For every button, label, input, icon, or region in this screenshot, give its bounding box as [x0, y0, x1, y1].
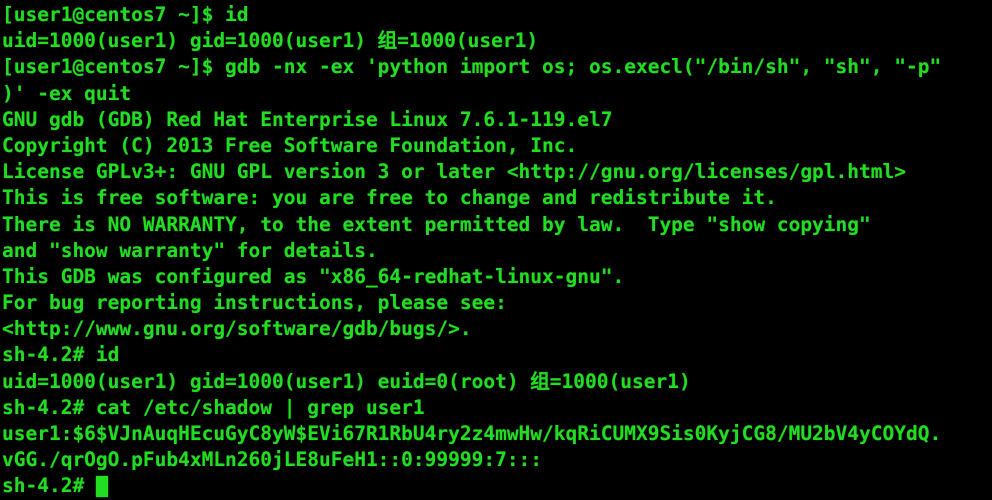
terminal-window[interactable]: [user1@centos7 ~]$ id uid=1000(user1) gi…: [0, 0, 992, 500]
terminal-line: License GPLv3+: GNU GPL version 3 or lat…: [2, 160, 906, 184]
terminal-line: and "show warranty" for details.: [2, 238, 378, 262]
terminal-line: sh-4.2# id: [2, 343, 120, 367]
text-cursor: [95, 475, 108, 497]
terminal-line: There is NO WARRANTY, to the extent perm…: [2, 212, 871, 236]
terminal-screen[interactable]: [user1@centos7 ~]$ id uid=1000(user1) gi…: [0, 0, 992, 500]
terminal-line: uid=1000(user1) gid=1000(user1) euid=0(r…: [2, 369, 691, 393]
shell-prompt: sh-4.2#: [2, 474, 96, 498]
terminal-line: vGG./qrOgO.pFub4xMLn260jLE8uFeH1::0:9999…: [2, 448, 543, 472]
terminal-line: )' -ex quit: [2, 81, 132, 105]
terminal-line: sh-4.2# cat /etc/shadow | grep user1: [2, 395, 425, 419]
terminal-line: GNU gdb (GDB) Red Hat Enterprise Linux 7…: [2, 107, 613, 131]
terminal-line: [user1@centos7 ~]$ gdb -nx -ex 'python i…: [2, 55, 942, 79]
terminal-prompt-line[interactable]: sh-4.2#: [2, 473, 992, 499]
terminal-line: [user1@centos7 ~]$ id: [2, 3, 249, 26]
terminal-line: This GDB was configured as "x86_64-redha…: [2, 264, 625, 288]
terminal-line: <http://www.gnu.org/software/gdb/bugs/>.: [2, 317, 472, 341]
terminal-line: uid=1000(user1) gid=1000(user1) 组=1000(u…: [2, 29, 539, 53]
terminal-line: For bug reporting instructions, please s…: [2, 291, 507, 315]
terminal-line: This is free software: you are free to c…: [2, 186, 777, 210]
terminal-line: user1:$6$VJnAuqHEcuGyC8yW$EVi67R1RbU4ry2…: [2, 422, 942, 445]
terminal-line: Copyright (C) 2013 Free Software Foundat…: [2, 133, 578, 157]
